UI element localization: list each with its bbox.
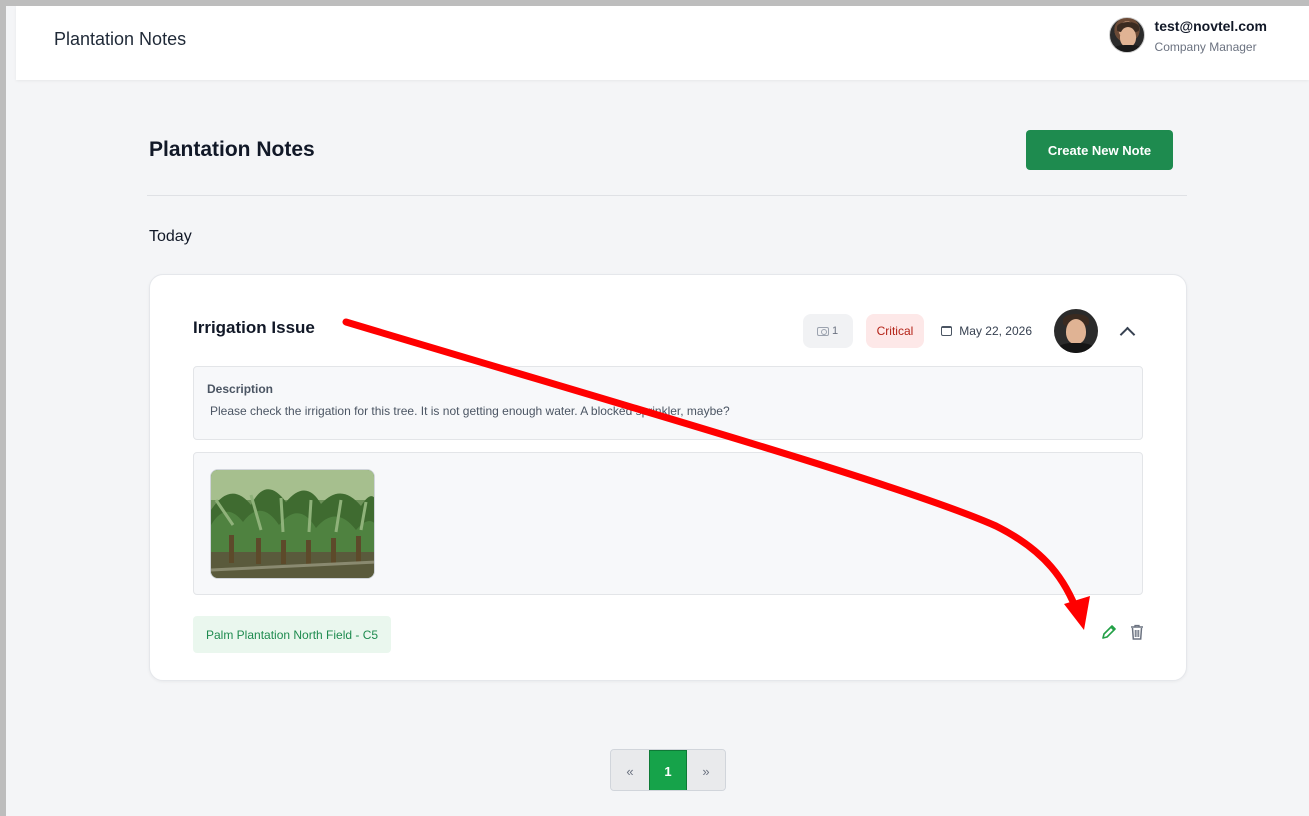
- plantation-photo-thumbnail[interactable]: [210, 469, 375, 579]
- note-date: May 22, 2026: [941, 324, 1032, 338]
- page-1-button[interactable]: 1: [649, 750, 687, 790]
- photo-count: 1: [832, 325, 839, 337]
- user-menu[interactable]: test@novtel.com Company Manager: [1108, 17, 1267, 54]
- user-email: test@novtel.com: [1154, 18, 1267, 34]
- divider: [147, 195, 1187, 196]
- page-title: Plantation Notes: [149, 138, 315, 161]
- photo-count-badge: 1: [802, 314, 853, 348]
- user-info: test@novtel.com Company Manager: [1155, 17, 1267, 54]
- note-actions: [1100, 623, 1146, 646]
- camera-icon: [817, 326, 830, 336]
- calendar-icon: [941, 326, 953, 336]
- severity-badge: Critical: [865, 314, 925, 348]
- description-text: Please check the irrigation for this tre…: [210, 404, 730, 418]
- note-meta: 1 Critical May 22, 2026: [802, 309, 1140, 353]
- next-page-button[interactable]: »: [687, 750, 725, 790]
- app-title: Plantation Notes: [54, 29, 187, 49]
- location-tag[interactable]: Palm Plantation North Field - C5: [193, 616, 392, 653]
- description-label: Description: [207, 382, 274, 396]
- trash-icon[interactable]: [1128, 623, 1146, 646]
- pencil-icon[interactable]: [1100, 623, 1118, 646]
- top-bar: Plantation Notes test@novtel.com Company…: [16, 6, 1309, 80]
- note-title: Irrigation Issue: [193, 318, 315, 337]
- author-avatar: [1054, 309, 1098, 353]
- prev-page-button[interactable]: «: [611, 750, 649, 790]
- description-box: Description Please check the irrigation …: [193, 366, 1143, 440]
- create-new-note-button[interactable]: Create New Note: [1026, 130, 1173, 170]
- note-card: Irrigation Issue 1 Critical May 22, 2026: [149, 274, 1187, 681]
- app-window: Plantation Notes test@novtel.com Company…: [0, 0, 1309, 816]
- date-group-label: Today: [149, 228, 192, 245]
- chevron-up-icon: [1119, 326, 1135, 342]
- attachments-box: [193, 452, 1143, 595]
- palm-plants-image: [211, 470, 374, 578]
- user-role: Company Manager: [1154, 40, 1257, 54]
- avatar[interactable]: [1108, 17, 1145, 53]
- pagination: « 1 »: [610, 749, 726, 791]
- collapse-toggle[interactable]: [1114, 318, 1140, 344]
- note-date-text: May 22, 2026: [959, 324, 1032, 338]
